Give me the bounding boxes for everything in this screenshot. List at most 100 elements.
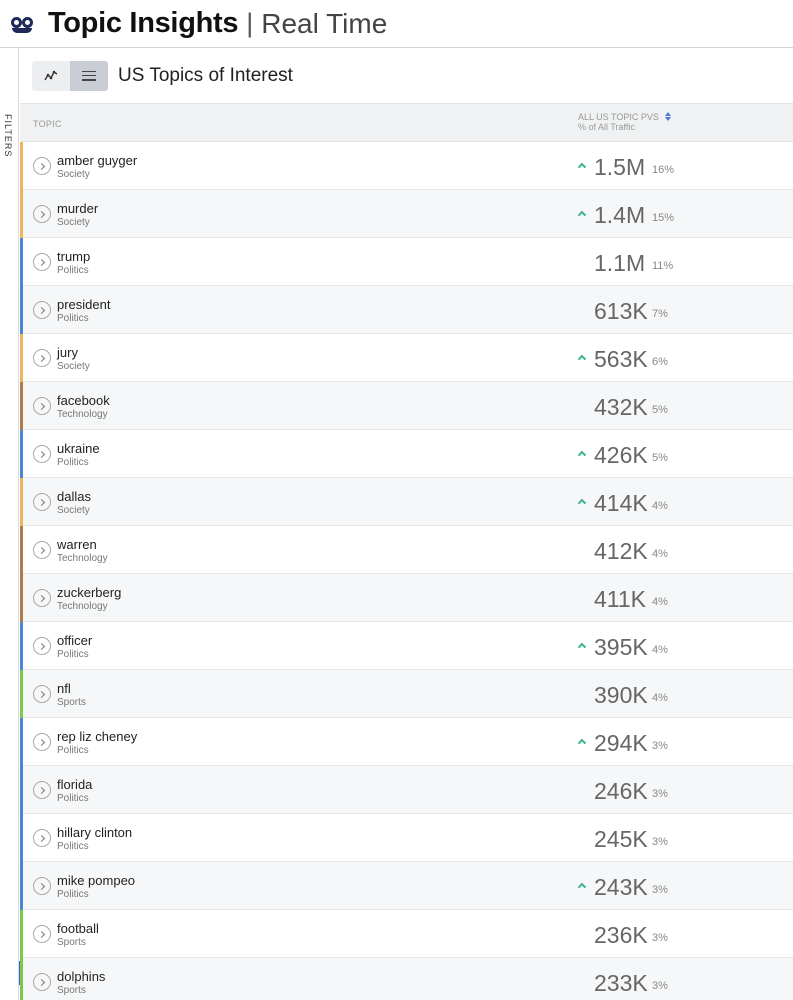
filters-rail[interactable]: FILTERS: [0, 48, 19, 1000]
trending-up-icon: [577, 354, 587, 364]
pageviews-value: 432K: [594, 394, 648, 420]
topic-category: Politics: [57, 313, 89, 324]
expand-row-button[interactable]: [33, 829, 51, 847]
topic-name[interactable]: nfl: [57, 681, 71, 696]
category-color-bar: [20, 766, 23, 814]
trending-up-icon: [577, 162, 587, 172]
topic-name[interactable]: mike pompeo: [57, 873, 135, 888]
table-row[interactable]: rep liz cheney Politics 294K 3%: [20, 718, 793, 766]
table-row[interactable]: dallas Society 414K 4%: [20, 478, 793, 526]
column-header-pvs[interactable]: ALL US TOPIC PVS % of All Traffic: [578, 112, 672, 132]
table-row[interactable]: trump Politics 1.1M 11%: [20, 238, 793, 286]
trending-up-icon: [577, 642, 587, 652]
table-row[interactable]: facebook Technology 432K 5%: [20, 382, 793, 430]
expand-row-button[interactable]: [33, 205, 51, 223]
topic-category: Technology: [57, 601, 108, 612]
category-color-bar: [20, 286, 23, 334]
chevron-right-icon: [37, 882, 45, 890]
table-row[interactable]: mike pompeo Politics 243K 3%: [20, 862, 793, 910]
table-row[interactable]: hillary clinton Politics 245K 3%: [20, 814, 793, 862]
category-color-bar: [20, 478, 23, 526]
table-row[interactable]: murder Society 1.4M 15%: [20, 190, 793, 238]
table-row[interactable]: nfl Sports 390K 4%: [20, 670, 793, 718]
table-row[interactable]: zuckerberg Technology 411K 4%: [20, 574, 793, 622]
topic-name[interactable]: amber guyger: [57, 153, 137, 168]
category-color-bar: [20, 190, 23, 238]
topic-name[interactable]: president: [57, 297, 110, 312]
table-row[interactable]: florida Politics 246K 3%: [20, 766, 793, 814]
category-color-bar: [20, 718, 23, 766]
eyes-logo-icon[interactable]: [10, 14, 36, 34]
pageviews-value: 236K: [594, 922, 648, 948]
topic-list: amber guyger Society 1.5M 16% murder Society 1…: [20, 142, 793, 1000]
chevron-right-icon: [37, 354, 45, 362]
table-row[interactable]: dolphins Sports 233K 3%: [20, 958, 793, 1000]
chevron-right-icon: [37, 738, 45, 746]
topic-name[interactable]: facebook: [57, 393, 110, 408]
topic-name[interactable]: dolphins: [57, 969, 105, 984]
pageviews-value: 395K: [594, 634, 648, 660]
chart-view-button[interactable]: [32, 60, 70, 91]
expand-row-button[interactable]: [33, 973, 51, 991]
topic-name[interactable]: zuckerberg: [57, 585, 121, 600]
category-color-bar: [20, 238, 23, 286]
sort-icon[interactable]: [665, 112, 672, 121]
table-row[interactable]: president Politics 613K 7%: [20, 286, 793, 334]
pageviews-value: 1.5M: [594, 154, 646, 180]
traffic-percent: 7%: [652, 308, 668, 320]
expand-row-button[interactable]: [33, 397, 51, 415]
page-title: Topic Insights: [48, 7, 239, 39]
topic-name[interactable]: warren: [57, 537, 97, 552]
expand-row-button[interactable]: [33, 589, 51, 607]
topic-name[interactable]: jury: [57, 345, 78, 360]
expand-row-button[interactable]: [33, 493, 51, 511]
topic-name[interactable]: rep liz cheney: [57, 729, 137, 744]
pageviews-value: 245K: [594, 826, 648, 852]
expand-row-button[interactable]: [33, 157, 51, 175]
expand-row-button[interactable]: [33, 541, 51, 559]
table-row[interactable]: football Sports 236K 3%: [20, 910, 793, 958]
expand-row-button[interactable]: [33, 349, 51, 367]
expand-row-button[interactable]: [33, 733, 51, 751]
traffic-percent: 3%: [652, 884, 668, 896]
chevron-right-icon: [37, 594, 45, 602]
topic-name[interactable]: ukraine: [57, 441, 100, 456]
category-color-bar: [20, 574, 23, 622]
trending-up-icon: [577, 450, 587, 460]
table-row[interactable]: officer Politics 395K 4%: [20, 622, 793, 670]
table-row[interactable]: amber guyger Society 1.5M 16%: [20, 142, 793, 190]
expand-row-button[interactable]: [33, 685, 51, 703]
topic-category: Technology: [57, 409, 108, 420]
trending-up-icon: [577, 882, 587, 892]
topic-name[interactable]: florida: [57, 777, 92, 792]
expand-row-button[interactable]: [33, 301, 51, 319]
expand-row-button[interactable]: [33, 253, 51, 271]
expand-row-button[interactable]: [33, 445, 51, 463]
pageviews-value: 294K: [594, 730, 648, 756]
topic-name[interactable]: officer: [57, 633, 92, 648]
category-color-bar: [20, 670, 23, 718]
expand-row-button[interactable]: [33, 925, 51, 943]
topic-name[interactable]: football: [57, 921, 99, 936]
pageviews-value: 390K: [594, 682, 648, 708]
topic-name[interactable]: dallas: [57, 489, 91, 504]
traffic-percent: 4%: [652, 500, 668, 512]
topic-name[interactable]: murder: [57, 201, 98, 216]
filters-label[interactable]: FILTERS: [3, 114, 13, 157]
topic-name[interactable]: hillary clinton: [57, 825, 132, 840]
expand-row-button[interactable]: [33, 637, 51, 655]
table-row[interactable]: warren Technology 412K 4%: [20, 526, 793, 574]
topic-name[interactable]: trump: [57, 249, 90, 264]
chevron-right-icon: [37, 258, 45, 266]
chevron-right-icon: [37, 978, 45, 986]
table-row[interactable]: ukraine Politics 426K 5%: [20, 430, 793, 478]
expand-row-button[interactable]: [33, 781, 51, 799]
column-header-topic: TOPIC: [33, 119, 62, 129]
chevron-right-icon: [37, 210, 45, 218]
expand-row-button[interactable]: [33, 877, 51, 895]
list-view-button[interactable]: [70, 60, 108, 91]
topic-category: Society: [57, 505, 90, 516]
chevron-right-icon: [37, 402, 45, 410]
main-content: US Topics of Interest TOPIC ALL US TOPIC…: [20, 48, 793, 1000]
table-row[interactable]: jury Society 563K 6%: [20, 334, 793, 382]
